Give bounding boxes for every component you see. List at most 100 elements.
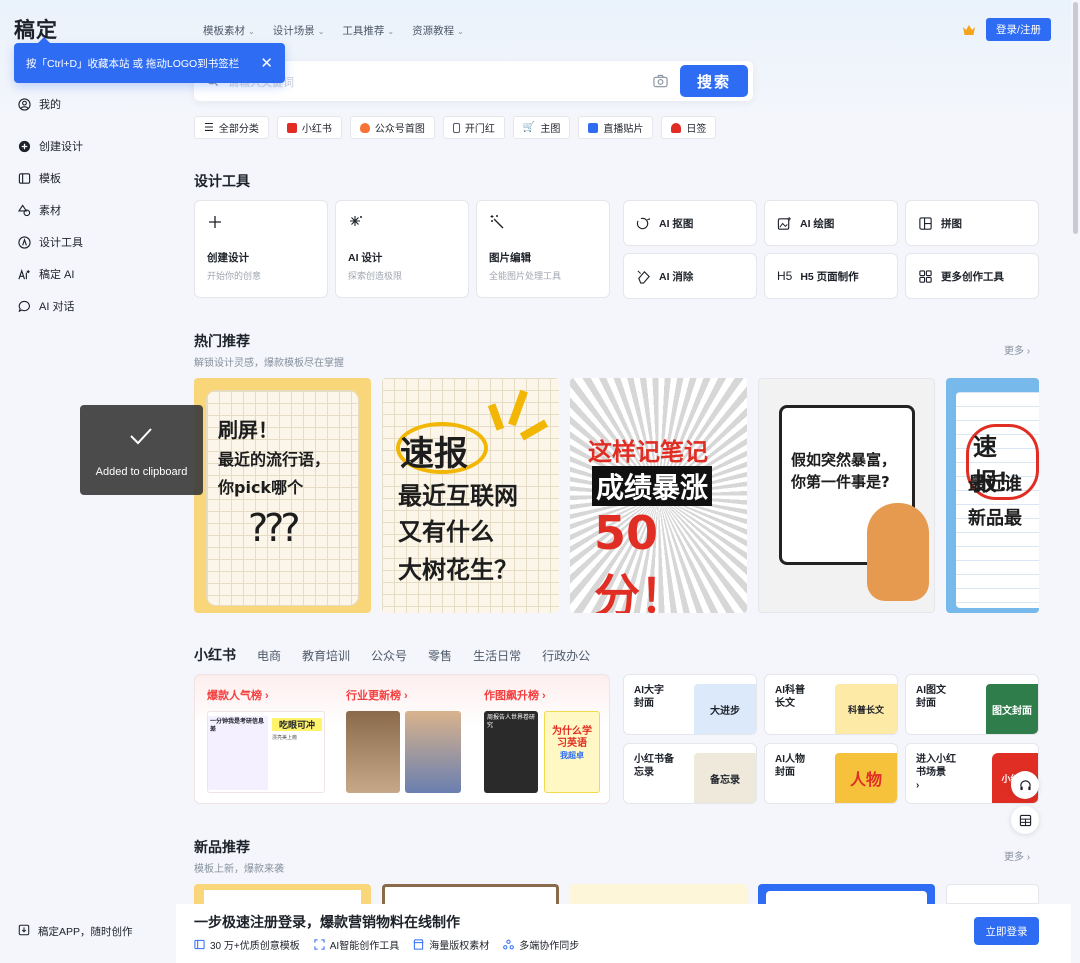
hot-card[interactable]: 刷屏！ 最近的流行语， 你pick哪个 ??? — [194, 378, 371, 613]
clipboard-toast: Added to clipboard — [80, 405, 203, 495]
tool-ai-cutout[interactable]: AI 抠图 — [623, 200, 757, 246]
tool-create-design[interactable]: 创建设计 开始你的创意 — [194, 200, 328, 298]
xhs-card-title: 小红书备 忘录 — [634, 754, 674, 778]
tab-education[interactable]: 教育培训 — [302, 647, 350, 664]
search-button[interactable]: 搜索 — [680, 65, 748, 97]
tool-image-edit[interactable]: 图片编辑 全能图片处理工具 — [476, 200, 610, 298]
chip-kaimenhong[interactable]: 开门红 — [442, 116, 505, 139]
login-register-button[interactable]: 登录/注册 — [986, 18, 1051, 41]
cat-image — [867, 503, 929, 601]
crown-icon[interactable] — [962, 23, 976, 37]
top-menu: 模板素材 ⌄ 设计场景 ⌄ 工具推荐 ⌄ 资源教程 ⌄ — [203, 23, 464, 38]
sidebar-item-tools[interactable]: 设计工具 — [18, 234, 83, 250]
logo[interactable]: 稿定 — [14, 14, 58, 44]
rank-thumb[interactable]: 一分钟我是考研信息差 吃眼可冲 漂亮美上瘾 — [207, 711, 325, 793]
topmenu-item[interactable]: 资源教程 ⌄ — [412, 23, 464, 38]
new-card[interactable] — [570, 884, 747, 904]
section-title-design-tools: 设计工具 — [194, 173, 250, 189]
hot-card[interactable]: 速报 最近互联网 又有什么 大树花生？ — [382, 378, 559, 613]
tool-more[interactable]: 更多创作工具 — [905, 253, 1039, 299]
camera-icon[interactable] — [653, 74, 668, 88]
rank-thumb[interactable]: 周报告人世界卷研究 — [484, 711, 538, 793]
feature-ai: AI智能创作工具 — [314, 937, 399, 952]
close-icon[interactable]: ✕ — [260, 56, 273, 71]
poster-line: 50分！ — [594, 506, 686, 613]
sidebar-item-material[interactable]: 素材 — [18, 202, 61, 218]
more-link-new[interactable]: 更多 › — [1004, 848, 1030, 863]
book-icon — [286, 122, 297, 133]
new-card[interactable] — [382, 884, 559, 904]
tool-label: AI 抠图 — [659, 217, 694, 230]
rank-title-popular[interactable]: 爆款人气榜 › — [207, 687, 269, 703]
bottom-features: 30 万+优质创意模板 AI智能创作工具 海量版权素材 多端协作同步 — [194, 937, 579, 952]
tool-h5[interactable]: H5 H5 页面制作 — [764, 253, 898, 299]
chip-live[interactable]: 直播贴片 — [578, 116, 654, 139]
login-now-button[interactable]: 立即登录 — [974, 917, 1039, 945]
sidebar-item-ai-chat[interactable]: AI 对话 — [18, 298, 74, 314]
checkmark-icon — [130, 428, 152, 445]
tool-desc: 开始你的创意 — [207, 271, 262, 281]
app-download-link[interactable]: 稿定APP，随时创作 — [18, 924, 133, 939]
hot-card[interactable]: 速报！ 最近谁 新品最 — [946, 378, 1039, 613]
grid-icon — [919, 269, 932, 283]
sidebar-item-ai[interactable]: 稿定 AI — [18, 266, 74, 282]
rank-thumb-photo[interactable] — [346, 711, 400, 793]
xhs-card-thumb: 大进步 — [694, 684, 756, 734]
sidebar-item-label: 模板 — [39, 173, 61, 185]
sidebar-item-template[interactable]: 模板 — [18, 170, 61, 186]
xhs-card-thumb: 备忘录 — [694, 753, 756, 803]
chip-all[interactable]: ☰ 全部分类 — [194, 116, 269, 139]
xhs-card-ai-big-text[interactable]: AI大字 封面 大进步 — [623, 674, 757, 735]
rank-thumb[interactable]: 为什么学习英语 我超卓 — [544, 711, 600, 793]
tab-daily-life[interactable]: 生活日常 — [473, 647, 521, 664]
eraser-icon — [637, 270, 650, 284]
tool-label: H5 页面制作 — [800, 270, 859, 283]
rank-thumb-photo[interactable] — [405, 711, 461, 793]
tab-retail[interactable]: 零售 — [428, 647, 452, 664]
tab-wechat[interactable]: 公众号 — [371, 647, 407, 664]
tool-ai-draw[interactable]: AI 绘图 — [764, 200, 898, 246]
tool-collage[interactable]: 拼图 — [905, 200, 1039, 246]
new-card[interactable] — [946, 884, 1039, 904]
xhs-card-thumb: 人物 — [835, 753, 897, 803]
hot-card[interactable]: 假如突然暴富， 你第一件事是? — [758, 378, 935, 613]
layout-toggle-button[interactable] — [1011, 806, 1039, 834]
ai-icon — [18, 268, 31, 281]
feature-templates: 30 万+优质创意模板 — [194, 937, 300, 952]
thumb-text: 吃眼可冲 — [272, 718, 322, 731]
tab-ecommerce[interactable]: 电商 — [257, 647, 281, 664]
rank-title-industry[interactable]: 行业更新榜 › — [346, 687, 408, 703]
burst-lines — [482, 386, 552, 446]
template-icon — [194, 939, 205, 950]
xhs-card-memo[interactable]: 小红书备 忘录 备忘录 — [623, 743, 757, 804]
chat-icon — [18, 300, 31, 313]
tool-ai-design[interactable]: AI 设计 探索创造极限 — [335, 200, 469, 298]
poster-line: 假如突然暴富， — [791, 451, 897, 469]
new-card[interactable] — [194, 884, 371, 904]
customer-service-button[interactable] — [1011, 771, 1039, 799]
scrollbar-thumb[interactable] — [1073, 2, 1078, 234]
sidebar-item-create[interactable]: 创建设计 — [18, 138, 83, 154]
chip-wechat[interactable]: 公众号首图 — [349, 116, 435, 139]
play-icon — [588, 122, 599, 133]
topmenu-item[interactable]: 模板素材 ⌄ — [203, 23, 255, 38]
tab-admin[interactable]: 行政办公 — [542, 647, 590, 664]
xhs-card-ai-portrait[interactable]: AI人物 封面 人物 — [764, 743, 898, 804]
chip-xhs[interactable]: 小红书 — [276, 116, 342, 139]
section-subtitle-new: 模板上新，爆款来袭 — [194, 864, 284, 875]
more-link-hot[interactable]: 更多 › — [1004, 342, 1030, 357]
xhs-card-ai-science[interactable]: AI科普 长文 科普长文 — [764, 674, 898, 735]
rank-title-rising[interactable]: 作图飙升榜 › — [484, 687, 546, 703]
new-card[interactable] — [758, 884, 935, 904]
chip-daily[interactable]: 日签 — [661, 116, 717, 139]
chip-main-image[interactable]: 🛒 主图 — [512, 116, 571, 139]
sidebar-item-mine[interactable]: 我的 — [18, 96, 61, 112]
tool-ai-erase[interactable]: AI 消除 — [623, 253, 757, 299]
topmenu-item[interactable]: 设计场景 ⌄ — [273, 23, 325, 38]
hot-card[interactable]: 这样记笔记 成绩暴涨 50分！ — [570, 378, 747, 613]
xhs-card-ai-graphic[interactable]: AI图文 封面 图文封面 — [905, 674, 1039, 735]
image-ai-icon — [777, 216, 792, 230]
topmenu-item[interactable]: 工具推荐 ⌄ — [342, 23, 394, 38]
tab-xhs[interactable]: 小红书 — [194, 645, 236, 665]
user-icon — [18, 97, 31, 111]
